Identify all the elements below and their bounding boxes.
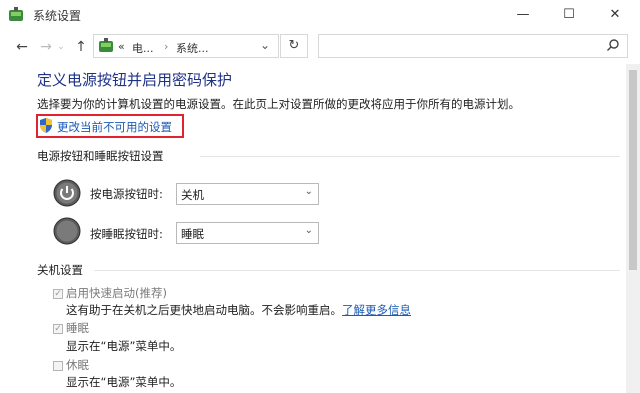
sleep-button-icon xyxy=(53,217,81,245)
sleep-button-label: 按睡眠按钮时: xyxy=(90,227,163,241)
control-panel-window: 系统设置 — ☐ ✕ ← → ⌄ ↑ « 电... › 系统... ⌄ ↻ 定义… xyxy=(0,0,640,393)
power-options-app-icon xyxy=(9,7,23,21)
forward-button[interactable]: → xyxy=(37,39,55,55)
refresh-button[interactable]: ↻ xyxy=(280,34,308,58)
page-description: 选择要为你的计算机设置的电源设置。在此页上对设置所做的更改将应用于你所有的电源计… xyxy=(37,97,520,111)
power-button-label: 按电源按钮时: xyxy=(90,187,163,201)
up-button[interactable]: ↑ xyxy=(72,39,90,55)
uac-shield-icon xyxy=(40,118,52,133)
fast-startup-description: 这有助于在关机之后更快地启动电脑。不会影响重启。 xyxy=(66,303,342,317)
power-button-action-select[interactable]: 关机 ⌄ xyxy=(176,183,319,205)
maximize-button[interactable]: ☐ xyxy=(546,0,592,30)
breadcrumb-item[interactable]: 电... xyxy=(132,40,154,56)
sleep-button-action-select[interactable]: 睡眠 ⌄ xyxy=(176,222,319,244)
fast-startup-label: 启用快速启动(推荐) xyxy=(66,286,167,300)
learn-more-link[interactable]: 了解更多信息 xyxy=(342,302,411,318)
control-panel-address-icon xyxy=(99,38,113,52)
power-button-action-value: 关机 xyxy=(181,188,204,202)
search-input[interactable] xyxy=(318,34,628,58)
close-button[interactable]: ✕ xyxy=(592,0,638,30)
section-title: 关机设置 xyxy=(37,263,83,277)
scrollbar-thumb[interactable] xyxy=(629,70,637,270)
hibernate-option-description: 显示在“电源”菜单中。 xyxy=(66,375,182,389)
page-title: 定义电源按钮并启用密码保护 xyxy=(37,71,233,89)
section-title: 电源按钮和睡眠按钮设置 xyxy=(37,149,164,163)
sleep-option-description: 显示在“电源”菜单中。 xyxy=(66,339,182,353)
address-dropdown-chevron-icon[interactable]: ⌄ xyxy=(260,38,270,52)
back-button[interactable]: ← xyxy=(13,39,31,55)
hibernate-option-label: 休眠 xyxy=(66,358,89,372)
chevron-down-icon: ⌄ xyxy=(304,225,313,236)
section-divider xyxy=(200,156,620,157)
breadcrumb-separator: « xyxy=(118,40,125,53)
power-button-icon xyxy=(53,179,81,207)
breadcrumb-item[interactable]: 系统... xyxy=(176,40,209,56)
minimize-button[interactable]: — xyxy=(500,0,546,30)
chevron-down-icon: ⌄ xyxy=(304,186,313,197)
hibernate-checkbox[interactable] xyxy=(53,361,63,371)
fast-startup-checkbox[interactable]: ✓ xyxy=(53,289,63,299)
sleep-option-label: 睡眠 xyxy=(66,321,89,335)
section-divider xyxy=(94,270,620,271)
search-icon[interactable] xyxy=(606,38,620,52)
recent-locations-chevron-icon[interactable]: ⌄ xyxy=(55,39,67,55)
breadcrumb-chevron-icon: › xyxy=(164,40,169,53)
window-title: 系统设置 xyxy=(33,9,82,23)
sleep-checkbox[interactable]: ✓ xyxy=(53,324,63,334)
sleep-button-action-value: 睡眠 xyxy=(181,227,204,241)
change-unavailable-settings-link[interactable]: 更改当前不可用的设置 xyxy=(57,119,172,135)
